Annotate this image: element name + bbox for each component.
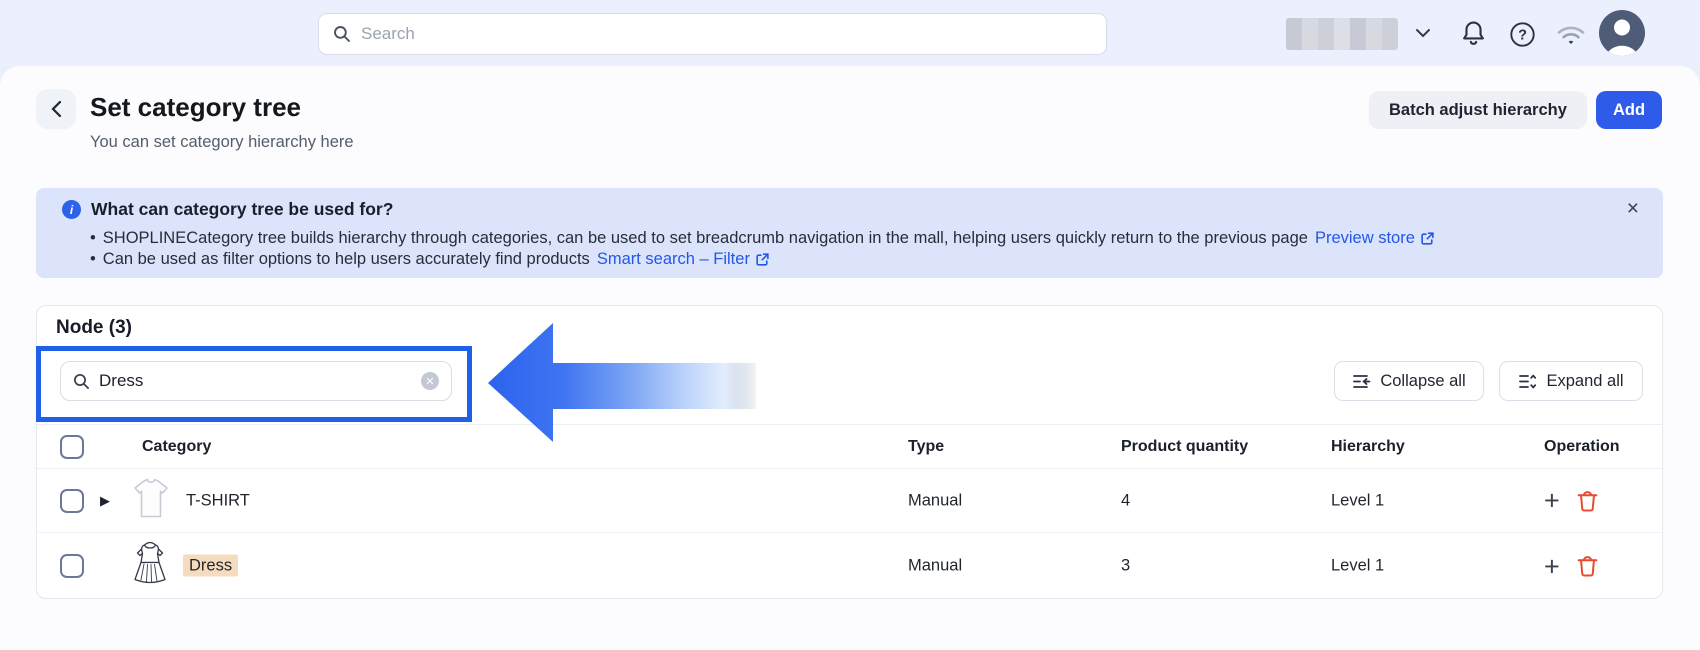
dress-product-image xyxy=(130,541,170,592)
delete-icon[interactable] xyxy=(1576,489,1599,512)
category-tree-panel: Node (3) ✕ Collapse all Expand all Categ… xyxy=(36,305,1663,599)
add-button[interactable]: Add xyxy=(1596,91,1662,129)
search-icon xyxy=(73,373,90,390)
col-product-quantity: Product quantity xyxy=(1121,438,1248,456)
page-subtitle: You can set category hierarchy here xyxy=(90,133,354,152)
banner-bullet-2-text: Can be used as filter options to help us… xyxy=(103,250,590,269)
row-hierarchy: Level 1 xyxy=(1331,557,1384,576)
chevron-down-icon[interactable] xyxy=(1414,26,1432,40)
category-name: Dress xyxy=(183,557,238,576)
page-title: Set category tree xyxy=(90,92,301,123)
blurred-account-name xyxy=(1286,18,1398,50)
search-match-highlight[interactable]: Dress xyxy=(183,555,238,577)
banner-title: What can category tree be used for? xyxy=(91,199,393,220)
global-search[interactable] xyxy=(318,13,1107,55)
row-type: Manual xyxy=(908,557,962,576)
banner-bullet-1: • SHOPLINECategory tree builds hierarchy… xyxy=(90,229,1435,248)
preview-store-link[interactable]: Preview store xyxy=(1315,229,1435,248)
add-subcategory-icon[interactable]: + xyxy=(1544,556,1560,576)
topbar: ? xyxy=(0,0,1700,66)
row-checkbox[interactable] xyxy=(60,554,84,578)
info-banner: i What can category tree be used for? • … xyxy=(36,188,1663,278)
back-button[interactable] xyxy=(36,89,76,129)
col-category: Category xyxy=(142,438,211,456)
category-name[interactable]: T-SHIRT xyxy=(186,491,250,510)
expand-all-button[interactable]: Expand all xyxy=(1499,361,1643,401)
tshirt-product-image xyxy=(132,477,170,524)
row-checkbox[interactable] xyxy=(60,489,84,513)
svg-text:?: ? xyxy=(1518,27,1527,43)
info-icon: i xyxy=(62,200,81,219)
row-quantity: 4 xyxy=(1121,491,1130,510)
category-search-input[interactable] xyxy=(99,371,412,391)
smart-search-filter-link[interactable]: Smart search – Filter xyxy=(597,250,770,269)
avatar[interactable] xyxy=(1599,10,1645,56)
external-link-icon xyxy=(1420,231,1435,246)
row-quantity: 3 xyxy=(1121,557,1130,576)
global-search-input[interactable] xyxy=(361,24,1092,44)
chevron-left-icon xyxy=(51,100,62,118)
row-hierarchy: Level 1 xyxy=(1331,491,1384,510)
category-search[interactable]: ✕ xyxy=(60,361,452,401)
banner-bullet-2: • Can be used as filter options to help … xyxy=(90,250,770,269)
table-row: ▶ T-SHIRT Manual 4 Level 1 + xyxy=(37,469,1662,533)
select-all-checkbox[interactable] xyxy=(60,435,84,459)
batch-adjust-hierarchy-button[interactable]: Batch adjust hierarchy xyxy=(1369,91,1587,129)
search-icon xyxy=(333,25,351,43)
wifi-icon[interactable] xyxy=(1554,21,1588,47)
bullet-dot: • xyxy=(90,250,96,269)
clear-search-icon[interactable]: ✕ xyxy=(421,372,439,390)
col-hierarchy: Hierarchy xyxy=(1331,438,1405,456)
delete-icon[interactable] xyxy=(1576,555,1599,578)
bell-icon[interactable] xyxy=(1458,18,1488,48)
collapse-all-button[interactable]: Collapse all xyxy=(1334,361,1484,401)
help-icon[interactable]: ? xyxy=(1508,20,1536,48)
expand-all-icon xyxy=(1518,374,1537,389)
add-subcategory-icon[interactable]: + xyxy=(1544,491,1560,511)
col-operation: Operation xyxy=(1544,438,1620,456)
node-count-title: Node (3) xyxy=(56,317,132,339)
table-header: Category Type Product quantity Hierarchy… xyxy=(37,424,1662,469)
external-link-icon xyxy=(755,252,770,267)
bullet-dot: • xyxy=(90,229,96,248)
row-type: Manual xyxy=(908,491,962,510)
close-icon[interactable]: × xyxy=(1627,198,1639,219)
banner-bullet-1-text: SHOPLINECategory tree builds hierarchy t… xyxy=(103,229,1308,248)
table-row: Dress Manual 3 Level 1 + xyxy=(37,533,1662,599)
collapse-all-icon xyxy=(1352,374,1371,389)
expand-row-icon[interactable]: ▶ xyxy=(100,493,110,509)
col-type: Type xyxy=(908,438,944,456)
